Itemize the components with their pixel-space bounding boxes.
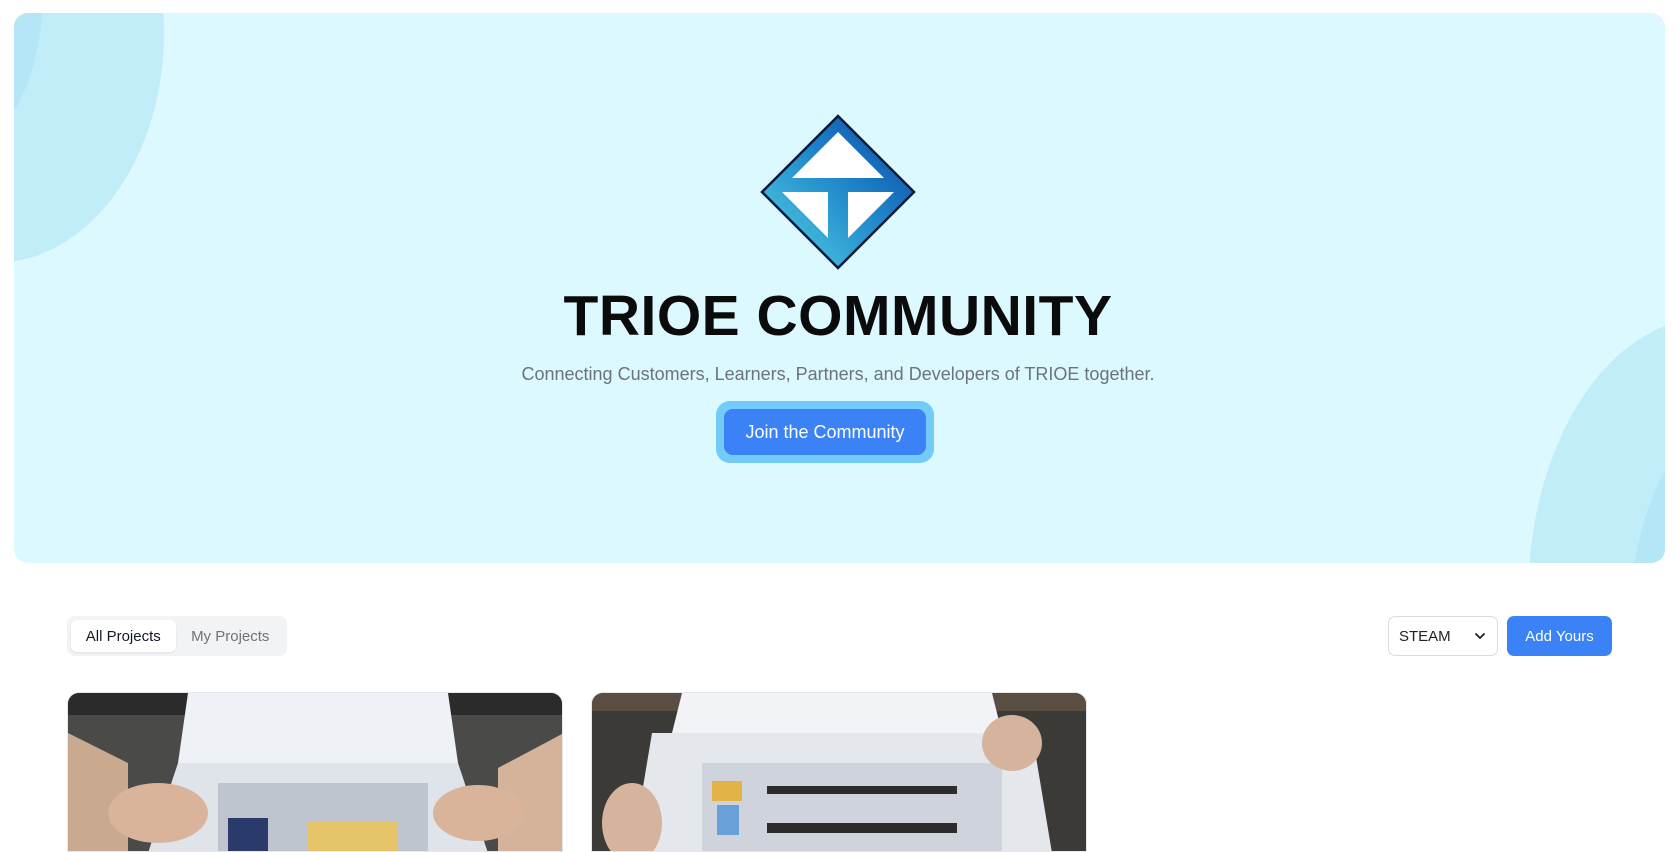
page-subtitle: Connecting Customers, Learners, Partners… xyxy=(521,364,1155,384)
join-community-button[interactable]: Join the Community xyxy=(724,409,926,455)
category-select-value: STEAM xyxy=(1399,627,1451,645)
tab-my-projects[interactable]: My Projects xyxy=(178,620,284,652)
join-button-ring: Join the Community xyxy=(716,401,934,463)
chevron-down-icon xyxy=(1475,633,1485,639)
add-yours-button[interactable]: Add Yours xyxy=(1507,616,1612,656)
project-card[interactable] xyxy=(67,692,563,852)
category-select[interactable]: STEAM xyxy=(1388,616,1498,656)
project-tabs: All Projects My Projects xyxy=(67,616,287,656)
tab-all-projects[interactable]: All Projects xyxy=(71,620,176,652)
project-thumbnail xyxy=(68,693,562,851)
project-thumbnail xyxy=(592,693,1086,851)
trioe-logo-icon xyxy=(760,114,916,270)
project-card[interactable] xyxy=(591,692,1087,852)
page-title: TRIOE COMMUNITY xyxy=(563,284,1113,348)
